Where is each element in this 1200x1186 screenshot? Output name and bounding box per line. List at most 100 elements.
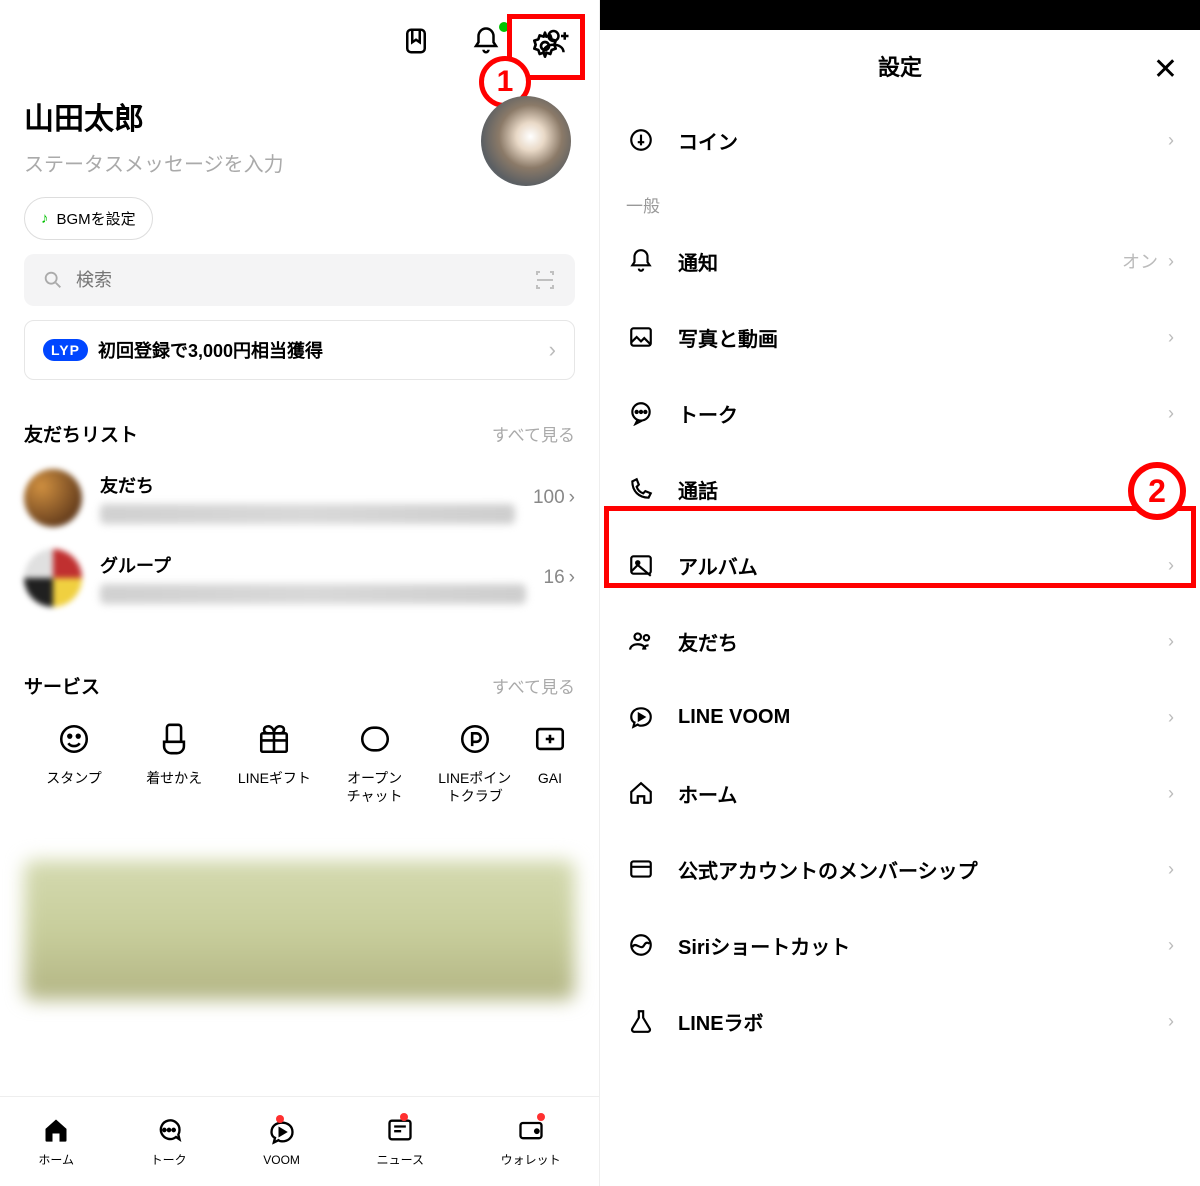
- chevron-right-icon: ›: [1168, 251, 1174, 272]
- row-label: 友だち: [678, 627, 738, 656]
- services-section: サービス すべて見る スタンプ 着せかえ LINEギフト オー: [24, 672, 575, 805]
- groups-row-label: グループ: [100, 552, 526, 578]
- chevron-right-icon: ›: [1168, 707, 1174, 728]
- service-label: LINEポイン トクラブ: [425, 769, 525, 805]
- row-coin[interactable]: コイン ›: [600, 102, 1200, 178]
- card-icon: [626, 854, 656, 884]
- tab-label: VOOM: [263, 1153, 300, 1167]
- service-openchat[interactable]: オープン チャット: [325, 719, 425, 805]
- tab-home[interactable]: ホーム: [38, 1115, 74, 1168]
- tab-talk[interactable]: トーク: [151, 1115, 187, 1168]
- friends-section: 友だちリスト すべて見る 友だち 100› グループ 16›: [24, 420, 575, 607]
- service-label: LINEギフト: [224, 769, 324, 787]
- row-label: LINEラボ: [678, 1007, 764, 1036]
- badge-dot-icon: [276, 1115, 284, 1123]
- voom-icon: [626, 702, 656, 732]
- tab-news[interactable]: ニュース: [377, 1115, 424, 1168]
- qr-scan-icon[interactable]: [533, 268, 557, 292]
- friends-count: 100: [533, 487, 565, 509]
- row-label: Siriショートカット: [678, 931, 850, 960]
- chevron-right-icon: ›: [1168, 1011, 1174, 1032]
- groups-count: 16: [544, 567, 565, 589]
- search-input[interactable]: [76, 270, 276, 291]
- settings-screen: 設定 ✕ コイン › 一般 通知 オン› 写真と動画 › トーク › 通話: [600, 0, 1200, 1186]
- service-points[interactable]: LINEポイン トクラブ: [425, 719, 525, 805]
- bell-icon[interactable]: [471, 26, 505, 60]
- groups-avatar-icon: [24, 549, 82, 607]
- search-field[interactable]: [24, 254, 575, 306]
- people-icon: [626, 626, 656, 656]
- row-voom[interactable]: LINE VOOM ›: [600, 679, 1200, 755]
- service-stamp[interactable]: スタンプ: [24, 719, 124, 805]
- close-icon[interactable]: ✕: [1153, 52, 1178, 87]
- tab-label: ニュース: [377, 1151, 424, 1168]
- plus-square-icon: [525, 719, 575, 759]
- row-lab[interactable]: LINEラボ ›: [600, 983, 1200, 1059]
- tab-label: ホーム: [38, 1151, 74, 1168]
- service-gift[interactable]: LINEギフト: [224, 719, 324, 805]
- blurred-text: [100, 504, 515, 524]
- friends-row-label: 友だち: [100, 472, 515, 498]
- bgm-button[interactable]: ♪ BGMを設定: [24, 197, 153, 240]
- row-label: LINE VOOM: [678, 706, 790, 729]
- tab-label: ウォレット: [501, 1151, 561, 1168]
- settings-header: 設定 ✕: [600, 30, 1200, 102]
- row-label: 公式アカウントのメンバーシップ: [678, 855, 978, 884]
- row-notifications[interactable]: 通知 オン ›: [600, 223, 1200, 299]
- row-friends[interactable]: 友だち ›: [600, 603, 1200, 679]
- row-photos[interactable]: 写真と動画 ›: [600, 299, 1200, 375]
- blurred-text: [100, 584, 526, 604]
- chat-icon: [626, 398, 656, 428]
- groups-row[interactable]: グループ 16›: [24, 549, 575, 607]
- service-label: スタンプ: [24, 769, 124, 787]
- friends-see-all[interactable]: すべて見る: [492, 421, 575, 446]
- friends-row[interactable]: 友だち 100›: [24, 469, 575, 527]
- service-label: オープン チャット: [325, 769, 425, 805]
- home-icon: [626, 778, 656, 808]
- row-talk[interactable]: トーク ›: [600, 375, 1200, 451]
- row-home[interactable]: ホーム ›: [600, 755, 1200, 831]
- chat-square-icon: [325, 719, 425, 759]
- chevron-right-icon: ›: [569, 567, 575, 589]
- chevron-right-icon: ›: [1168, 631, 1174, 652]
- service-theme[interactable]: 着せかえ: [124, 719, 224, 805]
- siri-icon: [626, 930, 656, 960]
- chevron-right-icon: ›: [1168, 783, 1174, 804]
- gear-icon[interactable]: [529, 30, 563, 64]
- bottom-tabbar: ホーム トーク VOOM ニュース ウォレット: [0, 1096, 599, 1186]
- service-label: 着せかえ: [124, 769, 224, 787]
- row-membership[interactable]: 公式アカウントのメンバーシップ ›: [600, 831, 1200, 907]
- chat-icon: [155, 1115, 183, 1145]
- bookmark-icon[interactable]: [401, 26, 435, 60]
- row-label: コイン: [678, 126, 738, 155]
- chevron-right-icon: ›: [569, 487, 575, 509]
- music-note-icon: ♪: [41, 210, 49, 227]
- row-siri[interactable]: Siriショートカット ›: [600, 907, 1200, 983]
- search-icon: [42, 269, 64, 291]
- row-label: トーク: [678, 399, 738, 428]
- brush-icon: [124, 719, 224, 759]
- friends-avatar-icon: [24, 469, 82, 527]
- services-see-all[interactable]: すべて見る: [492, 673, 575, 698]
- service-label: GAI: [525, 769, 575, 787]
- gift-icon: [224, 719, 324, 759]
- bell-icon: [626, 246, 656, 276]
- annotation-badge-2: 2: [1128, 462, 1186, 520]
- row-label: ホーム: [678, 779, 737, 808]
- profile-block: 山田太郎 ステータスメッセージを入力 ♪ BGMを設定: [24, 94, 575, 240]
- badge-dot-icon: [400, 1113, 408, 1121]
- avatar[interactable]: [481, 96, 571, 186]
- category-general: 一般: [600, 178, 1200, 223]
- row-value: オン: [1122, 248, 1158, 274]
- chevron-right-icon: ›: [549, 337, 556, 363]
- bgm-label: BGMを設定: [57, 208, 136, 229]
- service-more[interactable]: GAI: [525, 719, 575, 805]
- lyp-promo[interactable]: LYP 初回登録で3,000円相当獲得 ›: [24, 320, 575, 380]
- chevron-right-icon: ›: [1168, 859, 1174, 880]
- tab-wallet[interactable]: ウォレット: [501, 1115, 561, 1168]
- promo-banner[interactable]: [24, 860, 575, 1000]
- promo-text: 初回登録で3,000円相当獲得: [98, 337, 323, 363]
- smile-icon: [24, 719, 124, 759]
- tab-voom[interactable]: VOOM: [263, 1117, 300, 1167]
- row-label: 通知: [678, 247, 718, 276]
